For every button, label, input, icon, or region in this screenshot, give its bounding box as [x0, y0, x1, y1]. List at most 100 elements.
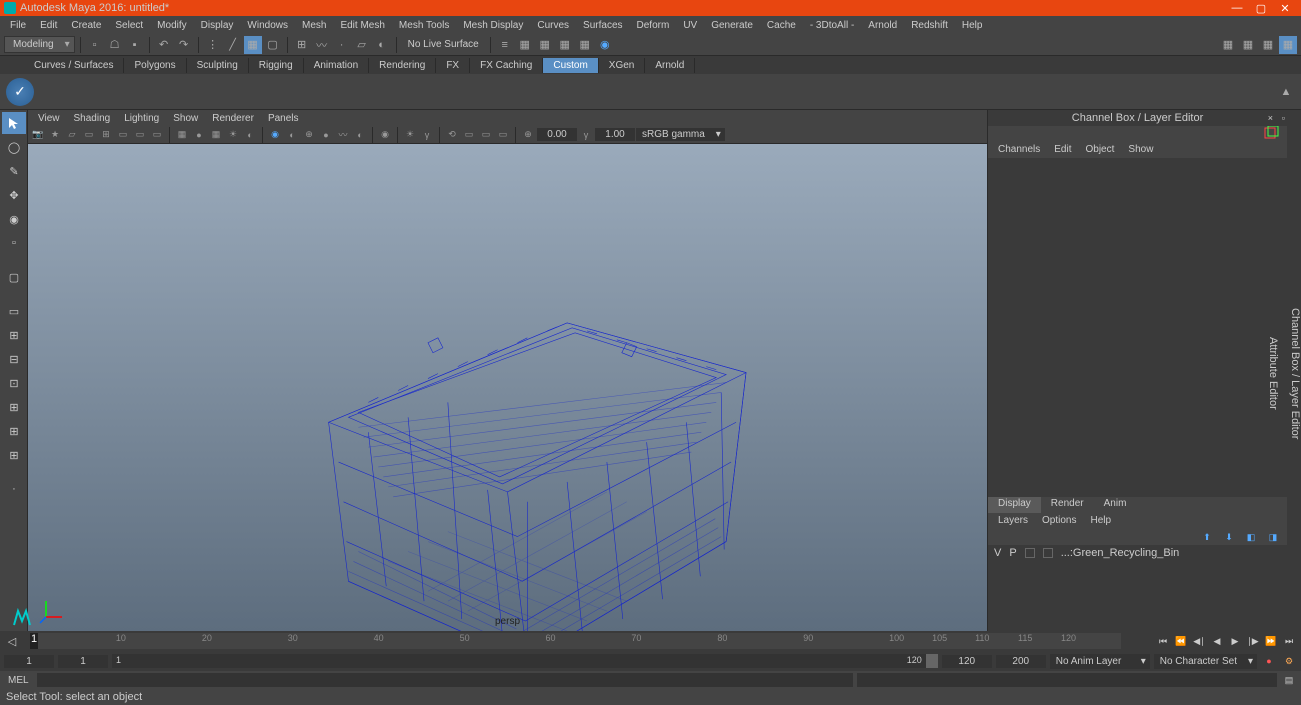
vp-textured-icon[interactable]: ▦: [208, 127, 224, 143]
viewport-3d[interactable]: persp: [28, 144, 987, 631]
select-object-icon[interactable]: ▢: [264, 36, 282, 54]
shelf-tab-fx[interactable]: FX: [436, 58, 470, 73]
quick-render-icon[interactable]: ▦: [516, 36, 534, 54]
menu-arnold[interactable]: Arnold: [862, 18, 903, 33]
go-to-start-button[interactable]: ⏮: [1155, 633, 1171, 649]
shelf-tab-custom[interactable]: Custom: [543, 58, 598, 73]
vp-display-icon[interactable]: ▭: [461, 127, 477, 143]
anim-end-field[interactable]: 200: [996, 655, 1046, 668]
layer-type-box[interactable]: [1025, 548, 1035, 558]
anim-layer-dropdown[interactable]: No Anim Layer: [1050, 654, 1150, 669]
shelf-tab-polygons[interactable]: Polygons: [124, 58, 186, 73]
shelf-tab-sculpting[interactable]: Sculpting: [187, 58, 249, 73]
vp-shaded-icon[interactable]: ●: [191, 127, 207, 143]
menu-file[interactable]: File: [4, 18, 32, 33]
layer-new-icon[interactable]: ◨: [1265, 529, 1281, 545]
panel-layout2-icon[interactable]: ▦: [1239, 36, 1257, 54]
layer-visibility-toggle[interactable]: V: [994, 547, 1001, 559]
time-slider[interactable]: ◁ 1 102030405060708090100105110115120 ⏮ …: [0, 631, 1301, 651]
play-back-button[interactable]: ◀: [1209, 633, 1225, 649]
scale-tool[interactable]: ▫: [2, 232, 26, 254]
time-ruler-track[interactable]: 1 102030405060708090100105110115120: [30, 633, 1121, 649]
vp-view-transform-icon[interactable]: ⟲: [444, 127, 460, 143]
vp-menu-shading[interactable]: Shading: [68, 112, 117, 125]
layout-three-icon[interactable]: ⊞: [2, 396, 26, 418]
layout-two-v-icon[interactable]: ⊡: [2, 372, 26, 394]
lasso-tool[interactable]: ◯: [2, 136, 26, 158]
vp-aa-icon[interactable]: ◐: [352, 127, 368, 143]
vp-image-plane-icon[interactable]: ▱: [64, 127, 80, 143]
shelf-tab-xgen[interactable]: XGen: [599, 58, 646, 73]
last-tool[interactable]: ▢: [2, 266, 26, 288]
menu-mesh-tools[interactable]: Mesh Tools: [393, 18, 455, 33]
select-tool[interactable]: [2, 112, 26, 134]
shelf-collapse-icon[interactable]: ▲: [1277, 83, 1295, 101]
step-forward-key-button[interactable]: ⏩: [1263, 633, 1279, 649]
select-face-icon[interactable]: ▦: [244, 36, 262, 54]
save-scene-icon[interactable]: ▪: [126, 36, 144, 54]
shelf-tab-fxcaching[interactable]: FX Caching: [470, 58, 543, 73]
vp-gamma-ctrl-icon[interactable]: γ: [578, 127, 594, 143]
tab-display[interactable]: Display: [988, 497, 1041, 513]
new-scene-icon[interactable]: ▫: [86, 36, 104, 54]
close-button[interactable]: ✕: [1273, 2, 1297, 15]
redo-icon[interactable]: ↷: [175, 36, 193, 54]
cb-menu-channels[interactable]: Channels: [992, 142, 1046, 157]
vp-2d-icon[interactable]: ▭: [81, 127, 97, 143]
menu-surfaces[interactable]: Surfaces: [577, 18, 628, 33]
layout-two-h-icon[interactable]: ⊟: [2, 348, 26, 370]
menu-display[interactable]: Display: [195, 18, 240, 33]
play-forward-button[interactable]: ▶: [1227, 633, 1243, 649]
vp-exposure-field[interactable]: 0.00: [537, 128, 577, 141]
live-surface-label[interactable]: No Live Surface: [402, 37, 485, 52]
vp-xray-icon[interactable]: ◐: [284, 127, 300, 143]
menu-curves[interactable]: Curves: [531, 18, 575, 33]
panel-layout4-icon[interactable]: ▦: [1279, 36, 1297, 54]
layer-playback-toggle[interactable]: P: [1009, 547, 1016, 559]
panel-layout-icon[interactable]: ▦: [1219, 36, 1237, 54]
vp-menu-view[interactable]: View: [32, 112, 66, 125]
vp-menu-panels[interactable]: Panels: [262, 112, 305, 125]
tab-anim[interactable]: Anim: [1094, 497, 1137, 513]
dock-tab-channelbox[interactable]: Channel Box / Layer Editor: [1289, 308, 1301, 439]
panel-layout3-icon[interactable]: ▦: [1259, 36, 1277, 54]
panel-close-icon[interactable]: ×: [1268, 113, 1273, 123]
vp-color-icon[interactable]: ▭: [495, 127, 511, 143]
menu-uv[interactable]: UV: [677, 18, 703, 33]
prefs-button[interactable]: ⚙: [1281, 653, 1297, 669]
playback-end-field[interactable]: 120: [942, 655, 992, 668]
range-slider-handle[interactable]: [926, 654, 938, 668]
snap-curve-icon[interactable]: 〰: [313, 36, 331, 54]
vp-menu-show[interactable]: Show: [167, 112, 204, 125]
menu-generate[interactable]: Generate: [705, 18, 759, 33]
shelf-tab-rendering[interactable]: Rendering: [369, 58, 436, 73]
menu-edit-mesh[interactable]: Edit Mesh: [334, 18, 390, 33]
layout-four-icon[interactable]: ⊞: [2, 324, 26, 346]
paint-select-tool[interactable]: ✎: [2, 160, 26, 182]
shelf-tab-curves[interactable]: Curves / Surfaces: [24, 58, 124, 73]
render-icon[interactable]: ▦: [536, 36, 554, 54]
minimize-button[interactable]: —: [1225, 2, 1249, 14]
render-settings-icon[interactable]: ▦: [576, 36, 594, 54]
vp-exposure-ctrl-icon[interactable]: ⊕: [520, 127, 536, 143]
maximize-button[interactable]: ▢: [1249, 2, 1273, 15]
vp-render-icon[interactable]: ▭: [478, 127, 494, 143]
menu-deform[interactable]: Deform: [631, 18, 676, 33]
shelf-tab-animation[interactable]: Animation: [304, 58, 369, 73]
display-layer-row[interactable]: V P ...:Green_Recycling_Bin: [988, 545, 1287, 561]
workspace-dropdown[interactable]: Modeling: [4, 36, 75, 53]
menu-mesh-display[interactable]: Mesh Display: [457, 18, 529, 33]
layer-menu-layers[interactable]: Layers: [992, 513, 1034, 529]
snap-plane-icon[interactable]: ▱: [353, 36, 371, 54]
vp-dof-icon[interactable]: ◉: [377, 127, 393, 143]
menu-create[interactable]: Create: [65, 18, 107, 33]
vp-menu-lighting[interactable]: Lighting: [118, 112, 165, 125]
vp-bookmark-icon[interactable]: ★: [47, 127, 63, 143]
range-slider[interactable]: 1 120: [112, 654, 938, 668]
vp-lights-icon[interactable]: ☀: [225, 127, 241, 143]
vp-xray-joints-icon[interactable]: ⊕: [301, 127, 317, 143]
command-input[interactable]: [37, 673, 853, 687]
shelf-custom-tool-icon[interactable]: ✓: [6, 78, 34, 106]
snap-grid-icon[interactable]: ⊞: [293, 36, 311, 54]
menu-edit[interactable]: Edit: [34, 18, 63, 33]
